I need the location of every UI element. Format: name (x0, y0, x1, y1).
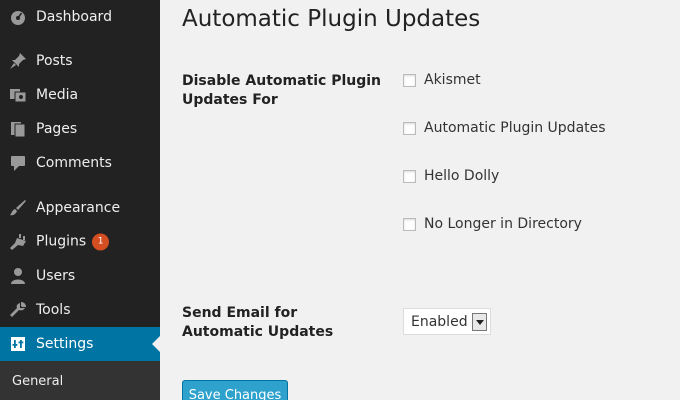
sidebar-item-label: Pages (36, 121, 78, 137)
sidebar-item-tools[interactable]: Tools (0, 293, 160, 327)
sidebar-item-appearance[interactable]: Appearance (0, 191, 160, 225)
sidebar-item-comments[interactable]: Comments (0, 146, 160, 180)
email-select[interactable]: Enabled (403, 308, 491, 335)
update-count-badge: 1 (92, 233, 110, 251)
submenu-item-general[interactable]: General (12, 374, 63, 389)
wrench-icon (8, 300, 28, 320)
plugin-checkbox[interactable] (403, 217, 416, 231)
sidebar-item-label: Appearance (36, 200, 121, 216)
chevron-down-icon[interactable] (472, 313, 487, 331)
dashboard-icon (8, 7, 28, 27)
pin-icon (8, 51, 28, 71)
user-icon (8, 266, 28, 286)
sidebar-item-label: Tools (36, 302, 71, 318)
sidebar-item-label: Comments (36, 155, 112, 171)
disable-updates-label: Disable Automatic Plugin Updates For (182, 73, 382, 108)
sidebar-item-label: Dashboard (36, 9, 112, 25)
send-email-label: Send Email for Automatic Updates (182, 305, 334, 340)
sidebar-item-label: Plugins (36, 233, 87, 250)
admin-sidebar: Dashboard Posts Media Pages Comments App… (0, 0, 160, 400)
settings-submenu: General (0, 361, 160, 400)
media-icon (8, 85, 28, 105)
plug-icon (8, 232, 28, 252)
plugin-name: Automatic Plugin Updates (424, 120, 606, 136)
plugin-checkbox-row[interactable]: Hello Dolly (403, 168, 499, 184)
plugin-name: Hello Dolly (424, 168, 500, 184)
sidebar-item-users[interactable]: Users (0, 259, 160, 293)
sidebar-item-label: Users (36, 268, 76, 284)
comment-icon (8, 153, 28, 173)
page-title: Automatic Plugin Updates (182, 6, 481, 32)
plugin-checkbox-row[interactable]: No Longer in Directory (403, 216, 582, 232)
plugin-checkbox-row[interactable]: Akismet (403, 72, 481, 88)
email-select-value: Enabled (411, 313, 468, 330)
sidebar-item-media[interactable]: Media (0, 78, 160, 112)
brush-icon (8, 198, 28, 218)
plugin-checkbox[interactable] (403, 73, 416, 87)
sidebar-item-label: Posts (36, 53, 73, 69)
sidebar-item-label: Media (36, 87, 79, 103)
main-content: Automatic Plugin Updates Disable Automat… (160, 0, 680, 400)
sidebar-item-pages[interactable]: Pages (0, 112, 160, 146)
sidebar-item-label: Settings (36, 336, 94, 352)
sidebar-item-settings[interactable]: Settings (0, 327, 160, 361)
plugin-checkbox[interactable] (403, 169, 416, 183)
plugin-checkbox[interactable] (403, 121, 416, 135)
plugin-checkbox-row[interactable]: Automatic Plugin Updates (403, 120, 606, 136)
sidebar-item-posts[interactable]: Posts (0, 44, 160, 78)
sidebar-item-dashboard[interactable]: Dashboard (0, 0, 160, 34)
sidebar-item-plugins[interactable]: Plugins 1 (0, 225, 160, 259)
save-changes-button[interactable]: Save Changes (182, 380, 288, 400)
plugin-name: No Longer in Directory (424, 216, 582, 232)
pages-icon (8, 119, 28, 139)
settings-icon (8, 334, 28, 354)
plugin-name: Akismet (424, 72, 481, 88)
